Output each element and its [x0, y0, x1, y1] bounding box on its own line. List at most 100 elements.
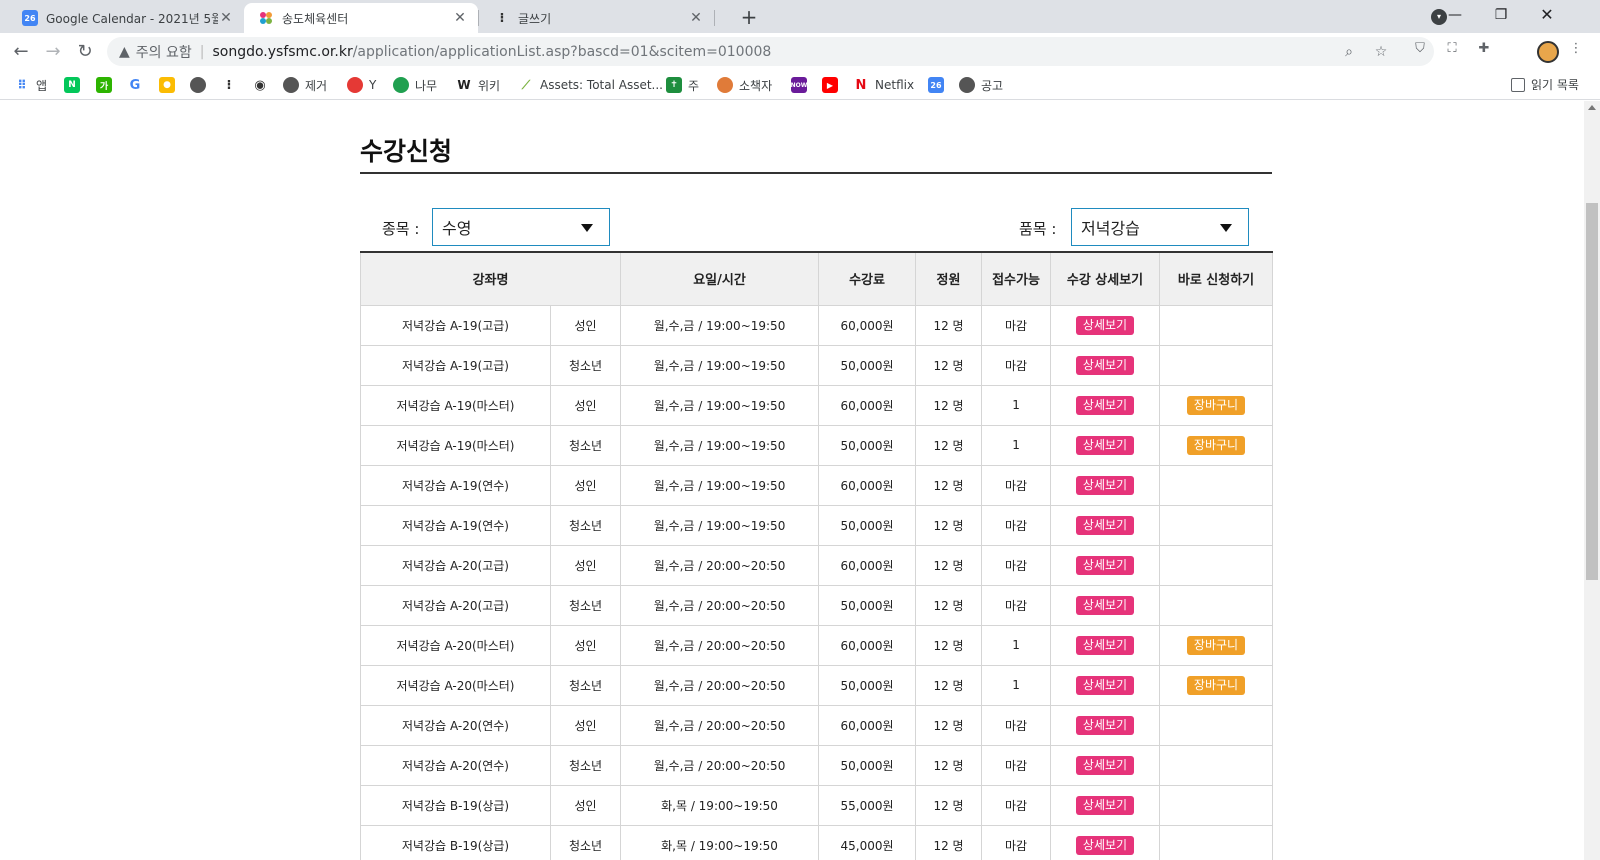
capacity-cell: 12 명 — [915, 504, 983, 546]
screenshot-extension-icon[interactable]: ⛶ — [1443, 40, 1461, 58]
fee-cell: 60,000원 — [818, 464, 917, 506]
bookmark-ju[interactable]: ✝ 주 — [666, 76, 699, 94]
fee-cell: 45,000원 — [818, 824, 917, 860]
reading-list-button[interactable]: 읽기 목록 — [1511, 76, 1579, 93]
security-warning-label[interactable]: 주의 요함 — [136, 42, 192, 62]
bookmark-calendar[interactable]: 26 — [928, 76, 950, 94]
cart-button[interactable]: 장바구니 — [1186, 435, 1246, 455]
bookmark-star-icon[interactable]: ☆ — [1372, 43, 1390, 61]
detail-button[interactable]: 상세보기 — [1075, 795, 1135, 815]
bookmark-wiki[interactable]: W 위키 — [456, 76, 500, 94]
available-cell: 마감 — [981, 504, 1052, 546]
close-window-button[interactable]: ✕ — [1524, 0, 1570, 33]
detail-button[interactable]: 상세보기 — [1075, 315, 1135, 335]
bookmark-maps[interactable]: ● — [159, 76, 181, 94]
bookmark-now[interactable]: NOW — [791, 76, 813, 94]
tab-google-calendar[interactable]: 26 Google Calendar - 2021년 5월 2 ✕ — [8, 3, 244, 33]
bookmark-apps[interactable]: ⠿ 앱 — [14, 76, 47, 94]
category-value: 수영 — [442, 219, 472, 238]
tab-writing[interactable]: ⁝ 글쓰기 ✕ — [480, 3, 714, 33]
tree-icon — [393, 77, 409, 93]
bookmark-notice[interactable]: 공고 — [959, 76, 1003, 94]
target-cell: 청소년 — [549, 424, 622, 466]
bookmark-record[interactable]: ◉ — [252, 76, 274, 94]
bookmark-youtube[interactable]: ▶ — [822, 76, 844, 94]
green-app-icon: 가 — [96, 77, 112, 93]
capacity-cell: 12 명 — [915, 824, 983, 860]
item-select[interactable]: 저녁강습 — [1071, 208, 1249, 246]
detail-button[interactable]: 상세보기 — [1075, 755, 1135, 775]
dots-icon: ⁝ — [499, 10, 505, 26]
warning-icon[interactable]: ▲ — [119, 44, 130, 60]
close-tab-icon[interactable]: ✕ — [688, 10, 704, 26]
bookmark-globe[interactable] — [190, 76, 212, 94]
bookmark-green-app[interactable]: 가 — [96, 76, 118, 94]
target-cell: 성인 — [549, 544, 622, 586]
category-select[interactable]: 수영 — [432, 208, 610, 246]
detail-button[interactable]: 상세보기 — [1075, 475, 1135, 495]
detail-button[interactable]: 상세보기 — [1075, 595, 1135, 615]
detail-cell: 상세보기 — [1050, 824, 1161, 860]
detail-button[interactable]: 상세보기 — [1075, 435, 1135, 455]
bookmark-netflix[interactable]: N Netflix — [853, 76, 915, 94]
close-tab-icon[interactable]: ✕ — [452, 10, 468, 26]
apply-cell — [1159, 304, 1274, 346]
cart-button[interactable]: 장바구니 — [1186, 635, 1246, 655]
detail-button[interactable]: 상세보기 — [1075, 355, 1135, 375]
table-row: 저녁강습 A-20(연수) 청소년 월,수,금 / 20:00~20:50 50,00… — [360, 744, 1274, 786]
schedule-cell: 화,목 / 19:00~19:50 — [620, 824, 820, 860]
fee-cell: 50,000원 — [818, 664, 917, 706]
profile-avatar[interactable] — [1537, 41, 1559, 63]
vertical-scrollbar[interactable] — [1584, 101, 1600, 860]
detail-button[interactable]: 상세보기 — [1075, 555, 1135, 575]
bookmark-google[interactable]: G — [127, 76, 149, 94]
bookmark-dots[interactable]: ⁝ — [221, 76, 243, 94]
more-menu-icon[interactable]: ⋮ — [1567, 40, 1585, 58]
schedule-cell: 월,수,금 / 19:00~19:50 — [620, 464, 820, 506]
detail-button[interactable]: 상세보기 — [1075, 675, 1135, 695]
header-capacity: 정원 — [915, 252, 983, 306]
close-tab-icon[interactable]: ✕ — [218, 10, 234, 26]
detail-cell: 상세보기 — [1050, 744, 1161, 786]
tab-strip: 26 Google Calendar - 2021년 5월 2 ✕ 송도체육센터… — [0, 0, 1600, 33]
capacity-cell: 12 명 — [915, 664, 983, 706]
scroll-up-icon[interactable] — [1588, 105, 1596, 110]
fee-cell: 50,000원 — [818, 504, 917, 546]
scrollbar-thumb[interactable] — [1586, 203, 1598, 580]
cart-button[interactable]: 장바구니 — [1186, 675, 1246, 695]
address-bar[interactable]: ▲ 주의 요함 | songdo.ysfsmc.or.kr/applicatio… — [107, 37, 1434, 66]
zoom-icon[interactable]: ⌕ — [1340, 43, 1358, 61]
shield-extension-icon[interactable]: ⛉ — [1411, 40, 1429, 58]
detail-button[interactable]: 상세보기 — [1075, 635, 1135, 655]
bookmark-naver[interactable]: N — [64, 76, 86, 94]
detail-button[interactable]: 상세보기 — [1075, 835, 1135, 855]
back-button[interactable]: ← — [8, 39, 34, 65]
bookmark-namu[interactable]: 나무 — [393, 76, 437, 94]
forward-button[interactable]: → — [40, 39, 66, 65]
bookmark-booklet[interactable]: 소책자 — [717, 76, 772, 94]
extensions-puzzle-icon[interactable]: ✚ — [1475, 40, 1493, 58]
bookmark-assets[interactable]: ⟋ Assets: Total Asset... — [518, 76, 663, 94]
fee-cell: 60,000원 — [818, 304, 917, 346]
globe-icon — [283, 77, 299, 93]
target-cell: 청소년 — [549, 664, 622, 706]
tab-title: 송도체육센터 — [282, 11, 349, 26]
new-tab-button[interactable]: + — [737, 6, 761, 30]
detail-button[interactable]: 상세보기 — [1075, 395, 1135, 415]
apply-cell: 장바구니 — [1159, 664, 1274, 706]
tab-songdo[interactable]: 송도체육센터 ✕ — [244, 3, 478, 33]
reload-button[interactable]: ↻ — [72, 39, 98, 65]
detail-button[interactable]: 상세보기 — [1075, 715, 1135, 735]
bookmark-remove[interactable]: 제거 — [283, 76, 327, 94]
table-row: 저녁강습 B-19(상급) 청소년 화,목 / 19:00~19:50 45,000원… — [360, 824, 1274, 860]
class-name-cell: 저녁강습 A-19(고급) — [360, 304, 551, 346]
apply-cell — [1159, 584, 1274, 626]
detail-button[interactable]: 상세보기 — [1075, 515, 1135, 535]
restore-button[interactable]: ❐ — [1478, 0, 1524, 33]
bookmark-y[interactable]: Y — [347, 76, 376, 94]
cross-icon: ✝ — [666, 77, 682, 93]
detail-cell: 상세보기 — [1050, 344, 1161, 386]
schedule-cell: 화,목 / 19:00~19:50 — [620, 784, 820, 826]
minimize-button[interactable]: — — [1432, 0, 1478, 33]
cart-button[interactable]: 장바구니 — [1186, 395, 1246, 415]
